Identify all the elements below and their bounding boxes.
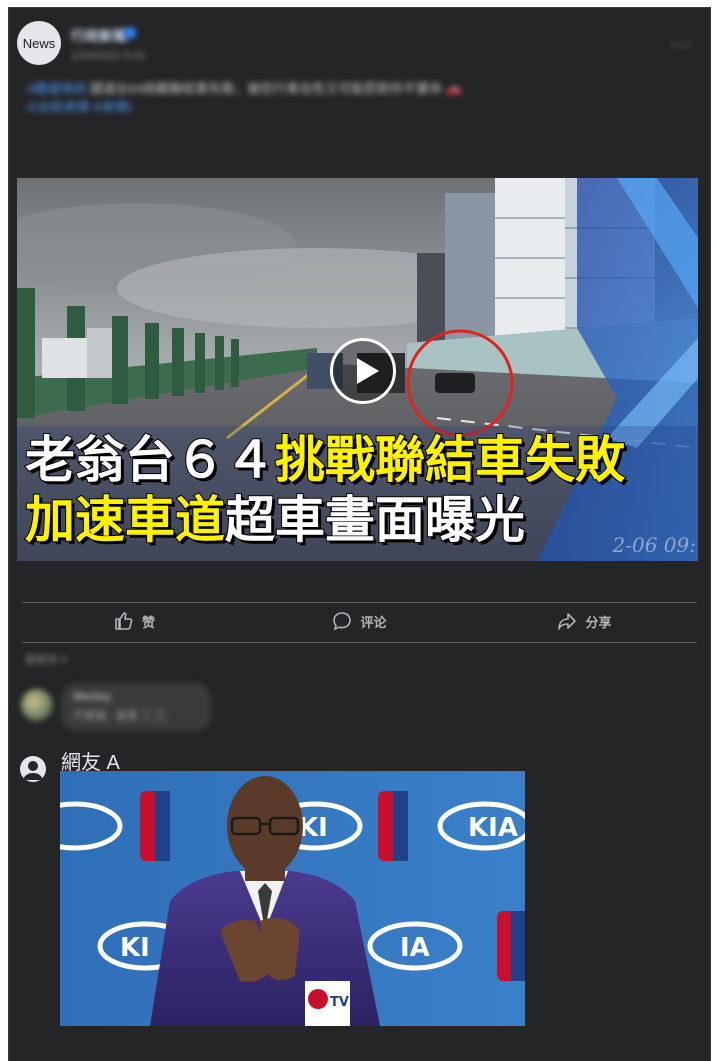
headline-part-white: 超車畫面曝光 bbox=[224, 490, 526, 550]
comment-bubble-icon bbox=[333, 612, 352, 631]
verified-badge-icon bbox=[124, 27, 136, 39]
headline-part-yellow: 挑戰聯結車失敗 bbox=[274, 430, 626, 490]
avatar[interactable] bbox=[21, 689, 53, 721]
comment-label: 评论 bbox=[360, 614, 387, 630]
comment-photo[interactable]: KI KIA KI IA TV bbox=[60, 771, 525, 1026]
share-arrow-icon bbox=[558, 613, 577, 630]
more-options-icon[interactable]: ··· bbox=[671, 36, 692, 55]
svg-text:KI: KI bbox=[120, 933, 150, 963]
comment-button[interactable]: 评论 bbox=[247, 604, 472, 638]
blurred-comment: Wesley 不建議 · 查看 二 三 bbox=[21, 683, 221, 733]
comment-sort-dropdown[interactable]: 最相关 ▾ bbox=[25, 651, 67, 667]
share-button[interactable]: 分享 bbox=[472, 604, 697, 638]
post-timestamp[interactable]: 1/26/2022 4:43 · bbox=[71, 50, 151, 62]
headline-part-white: 老翁台６４ bbox=[24, 430, 276, 490]
post-hashtag[interactable]: #國道快訊 bbox=[27, 81, 86, 96]
comment-author[interactable]: Wesley bbox=[73, 691, 111, 703]
person-icon bbox=[23, 761, 43, 780]
svg-text:IA: IA bbox=[400, 933, 430, 963]
like-label: 赞 bbox=[141, 614, 155, 630]
press-conference-image: KI KIA KI IA TV bbox=[60, 771, 525, 1026]
post-header: News 行政新聞 1/26/2022 4:43 · ··· #國道快訊 國道台… bbox=[9, 8, 710, 118]
video-headline-line2: 加速車道超車畫面曝光 bbox=[24, 490, 526, 550]
comment-text: 不建議 · 查看 二 三 bbox=[73, 710, 166, 722]
share-label: 分享 bbox=[585, 614, 612, 630]
user-avatar-icon[interactable] bbox=[20, 756, 46, 782]
page-avatar[interactable]: News bbox=[17, 21, 61, 65]
post-actions: 赞 评论 分享 bbox=[22, 604, 697, 638]
page-name[interactable]: 行政新聞 bbox=[71, 26, 127, 46]
post-card: News 行政新聞 1/26/2022 4:43 · ··· #國道快訊 國道台… bbox=[9, 8, 710, 1061]
like-button[interactable]: 赞 bbox=[22, 604, 247, 638]
post-body: 國道台64挑戰聯結車失敗，被控行車自危又可能罰款你不要命 🚗 bbox=[86, 81, 463, 96]
headline-part-yellow: 加速車道 bbox=[24, 490, 226, 550]
divider bbox=[22, 602, 697, 603]
play-button-icon[interactable] bbox=[330, 338, 396, 404]
video-player[interactable]: 老翁台６４挑戰聯結車失敗 加速車道超車畫面曝光 2-06 09: bbox=[17, 178, 698, 561]
post-text: #國道快訊 國道台64挑戰聯結車失敗，被控行車自危又可能罰款你不要命 🚗 bbox=[27, 78, 462, 97]
video-headline-line1: 老翁台６４挑戰聯結車失敗 bbox=[24, 430, 626, 490]
post-links[interactable]: #(全部)新聞 #(新聞) bbox=[27, 98, 132, 115]
divider bbox=[22, 642, 697, 643]
video-timestamp: 2-06 09: bbox=[612, 533, 696, 557]
podium-logo: TV bbox=[330, 995, 349, 1010]
thumbs-up-icon bbox=[115, 612, 133, 630]
svg-text:KIA: KIA bbox=[468, 813, 518, 843]
